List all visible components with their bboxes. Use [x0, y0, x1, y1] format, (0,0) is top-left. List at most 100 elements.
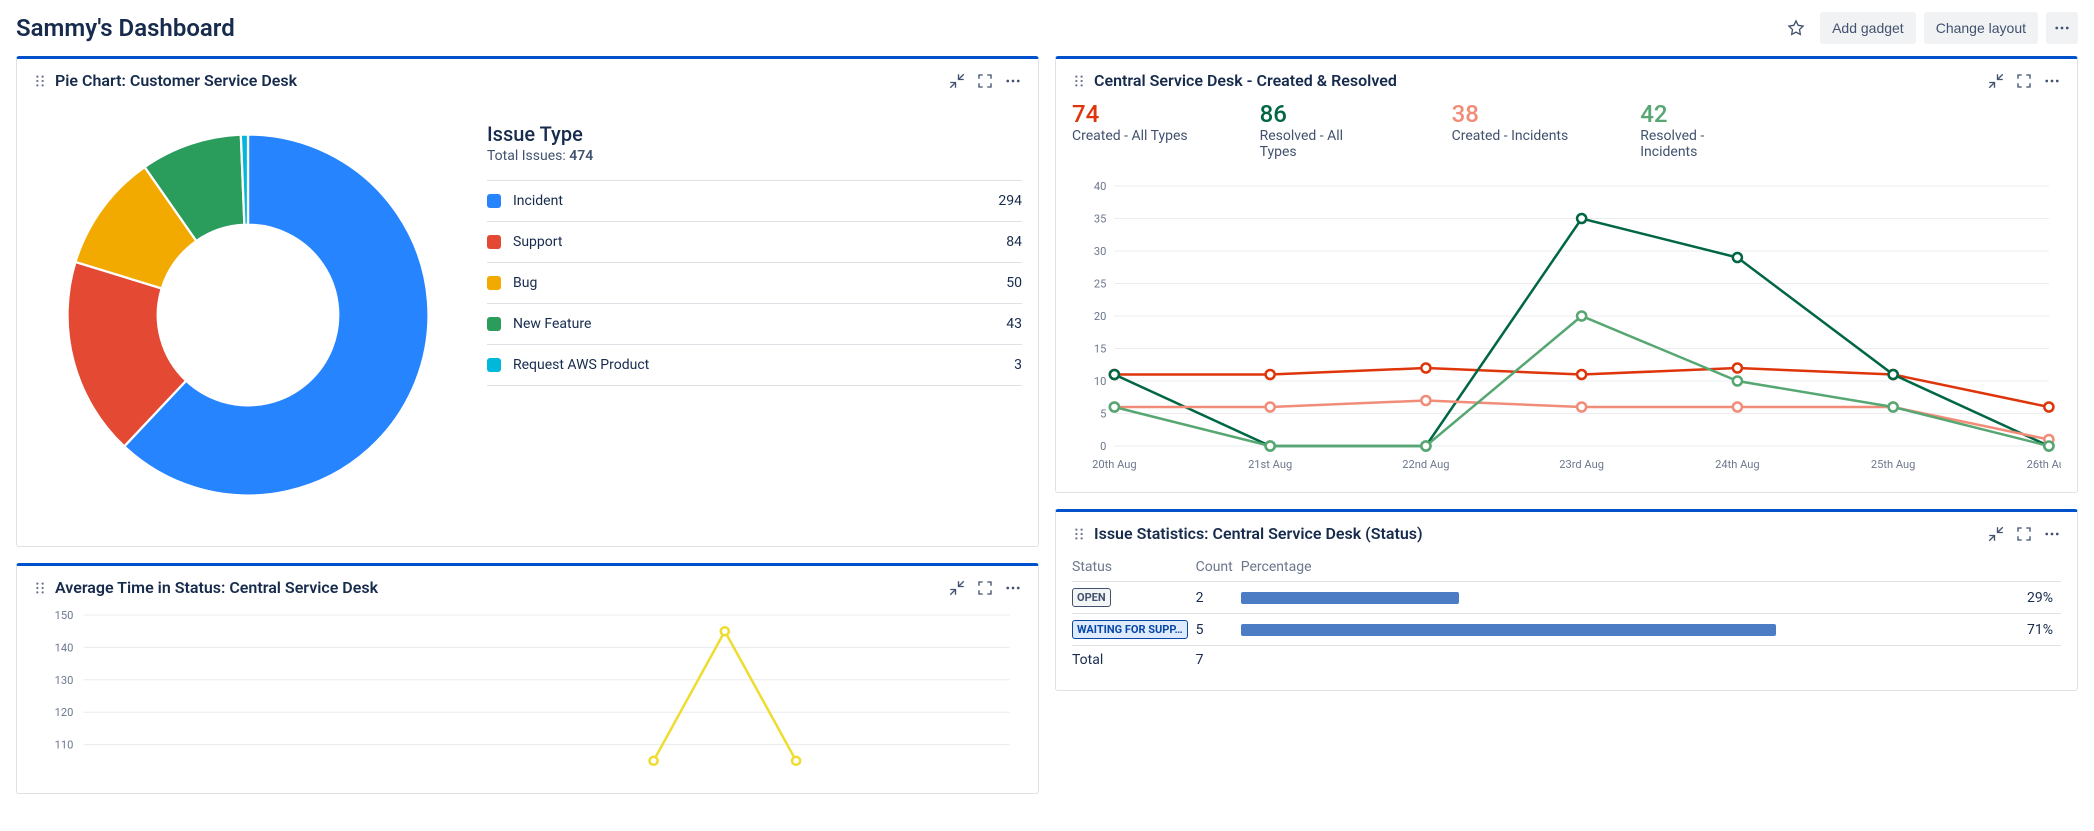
chart-point[interactable] [1733, 364, 1742, 373]
status-lozenge: WAITING FOR SUPP… [1072, 620, 1188, 639]
chart-point[interactable] [1110, 403, 1119, 412]
drag-handle-icon[interactable] [1072, 74, 1086, 88]
chart-point[interactable] [1889, 370, 1898, 379]
legend-row[interactable]: Incident 294 [487, 181, 1022, 222]
svg-text:25th Aug: 25th Aug [1871, 458, 1915, 471]
chart-point[interactable] [2044, 442, 2053, 451]
minimize-icon[interactable] [948, 72, 966, 90]
legend-row[interactable]: Support 84 [487, 222, 1022, 263]
chart-line[interactable] [654, 631, 797, 761]
gadget-avg-title: Average Time in Status: Central Service … [55, 578, 378, 597]
add-gadget-button[interactable]: Add gadget [1820, 12, 1916, 44]
metric-label: Resolved - All Types [1260, 128, 1380, 160]
summary-metric: 38 Created - Incidents [1452, 100, 1569, 160]
pie-legend: Issue Type Total Issues: 474 Incident 29… [487, 100, 1022, 530]
minimize-icon[interactable] [1987, 525, 2005, 543]
svg-text:21st Aug: 21st Aug [1248, 458, 1292, 471]
pie-total: 474 [569, 148, 593, 164]
svg-text:120: 120 [55, 706, 74, 719]
chart-point[interactable] [1577, 312, 1586, 321]
chart-point[interactable] [721, 627, 729, 635]
gadget-issue-stats: Issue Statistics: Central Service Desk (… [1055, 509, 2078, 691]
change-layout-button[interactable]: Change layout [1924, 12, 2038, 44]
percentage-bar [1241, 592, 1460, 604]
legend-label: Incident [513, 193, 998, 209]
gadget-cr-title: Central Service Desk - Created & Resolve… [1094, 71, 1397, 90]
legend-value: 50 [1006, 275, 1022, 291]
chart-point[interactable] [1889, 403, 1898, 412]
color-swatch [487, 317, 501, 331]
legend-value: 294 [998, 193, 1022, 209]
maximize-icon[interactable] [2015, 525, 2033, 543]
chart-point[interactable] [1421, 364, 1430, 373]
gadget-more-icon[interactable] [2043, 525, 2061, 543]
maximize-icon[interactable] [976, 579, 994, 597]
color-swatch [487, 194, 501, 208]
svg-text:35: 35 [1094, 213, 1106, 226]
metric-value: 86 [1260, 100, 1380, 128]
legend-row[interactable]: New Feature 43 [487, 304, 1022, 345]
metric-value: 42 [1640, 100, 1760, 128]
header-actions: Add gadget Change layout [1780, 12, 2078, 44]
page-title: Sammy's Dashboard [16, 14, 235, 42]
gadget-more-icon[interactable] [1004, 579, 1022, 597]
table-row[interactable]: OPEN 2 29% [1072, 582, 2061, 614]
svg-text:23rd Aug: 23rd Aug [1559, 458, 1604, 471]
maximize-icon[interactable] [2015, 72, 2033, 90]
maximize-icon[interactable] [976, 72, 994, 90]
chart-point[interactable] [1266, 370, 1275, 379]
drag-handle-icon[interactable] [1072, 527, 1086, 541]
table-row-total: Total 7 [1072, 646, 2061, 675]
gadget-more-icon[interactable] [2043, 72, 2061, 90]
stats-header-percentage: Percentage [1241, 553, 2061, 582]
gadget-stats-title: Issue Statistics: Central Service Desk (… [1094, 524, 1423, 543]
legend-label: Request AWS Product [513, 357, 1014, 373]
legend-row[interactable]: Bug 50 [487, 263, 1022, 304]
count-cell: 5 [1196, 614, 1241, 646]
drag-handle-icon[interactable] [33, 581, 47, 595]
metric-label: Created - Incidents [1452, 128, 1569, 144]
pie-legend-title: Issue Type [487, 122, 1022, 146]
chart-point[interactable] [1421, 396, 1430, 405]
chart-point[interactable] [1733, 403, 1742, 412]
gadget-more-icon[interactable] [1004, 72, 1022, 90]
count-cell: 2 [1196, 582, 1241, 614]
chart-point[interactable] [1266, 403, 1275, 412]
total-label: Total [1072, 646, 1196, 675]
svg-text:40: 40 [1094, 180, 1106, 193]
legend-label: Support [513, 234, 1006, 250]
summary-metric: 42 Resolved - Incidents [1640, 100, 1760, 160]
svg-text:0: 0 [1100, 440, 1106, 453]
chart-point[interactable] [1266, 442, 1275, 451]
metric-label: Resolved - Incidents [1640, 128, 1760, 160]
drag-handle-icon[interactable] [33, 74, 47, 88]
chart-point[interactable] [2044, 403, 2053, 412]
chart-point[interactable] [1110, 370, 1119, 379]
chart-point[interactable] [1577, 370, 1586, 379]
percentage-value: 71% [2005, 622, 2053, 638]
table-row[interactable]: WAITING FOR SUPP… 5 71% [1072, 614, 2061, 646]
svg-text:22nd Aug: 22nd Aug [1402, 458, 1449, 471]
chart-point[interactable] [1421, 442, 1430, 451]
minimize-icon[interactable] [1987, 72, 2005, 90]
chart-point[interactable] [1733, 377, 1742, 386]
minimize-icon[interactable] [948, 579, 966, 597]
svg-text:20th Aug: 20th Aug [1092, 458, 1136, 471]
legend-value: 43 [1006, 316, 1022, 332]
stats-header-count: Count [1196, 553, 1241, 582]
svg-text:25: 25 [1094, 278, 1106, 291]
star-button[interactable] [1780, 12, 1812, 44]
gadget-pie-chart: Pie Chart: Customer Service Desk Issue T… [16, 56, 1039, 547]
chart-point[interactable] [1577, 214, 1586, 223]
chart-point[interactable] [792, 757, 800, 765]
chart-point[interactable] [650, 757, 658, 765]
chart-point[interactable] [1733, 253, 1742, 262]
chart-point[interactable] [1577, 403, 1586, 412]
legend-row[interactable]: Request AWS Product 3 [487, 345, 1022, 386]
total-count: 7 [1196, 646, 1241, 675]
pie-subtitle-prefix: Total Issues: [487, 148, 569, 164]
svg-text:140: 140 [55, 641, 74, 654]
metric-value: 74 [1072, 100, 1188, 128]
issue-stats-table: Status Count Percentage OPEN 2 29% WAITI… [1072, 553, 2061, 674]
more-actions-button[interactable] [2046, 12, 2078, 44]
